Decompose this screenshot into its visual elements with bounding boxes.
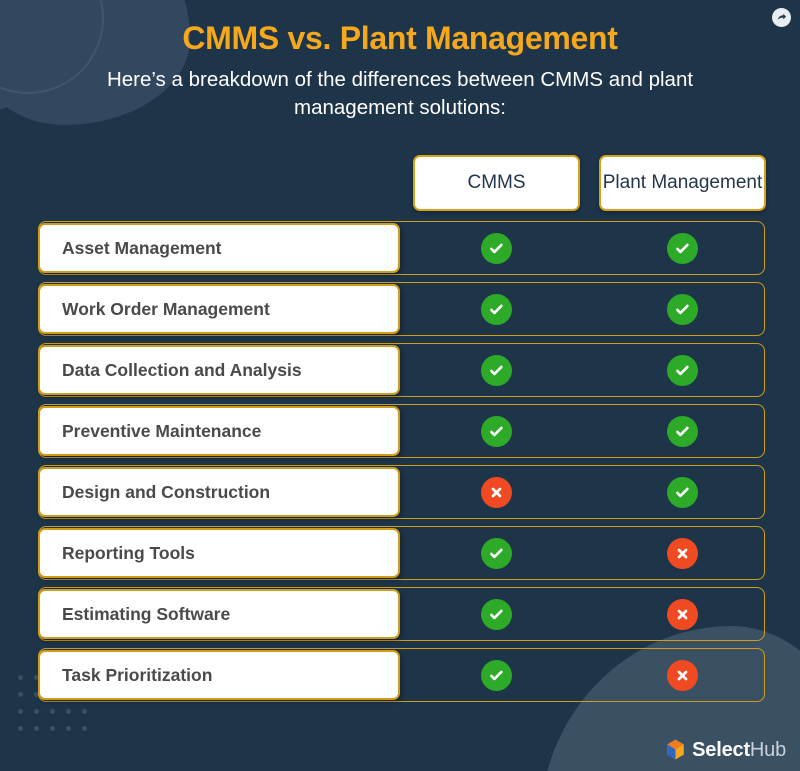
feature-label: Asset Management (38, 223, 400, 274)
cell-cmms (413, 221, 580, 275)
feature-label: Data Collection and Analysis (38, 345, 400, 396)
check-icon (667, 415, 698, 447)
cell-cmms (413, 587, 580, 641)
feature-label: Work Order Management (38, 284, 400, 335)
check-icon (667, 476, 698, 508)
check-icon (481, 537, 512, 569)
table-row: Reporting Tools (0, 526, 800, 581)
check-icon (667, 354, 698, 386)
check-icon (481, 659, 512, 691)
cross-icon (667, 659, 698, 691)
table-row: Task Prioritization (0, 648, 800, 703)
cross-icon (667, 537, 698, 569)
row-marks (413, 343, 766, 397)
table-row: Work Order Management (0, 282, 800, 337)
cell-plant-management (599, 526, 766, 580)
cell-plant-management (599, 282, 766, 336)
feature-label: Estimating Software (38, 589, 400, 640)
logo-word-select: Select (692, 738, 750, 761)
check-icon (667, 293, 698, 325)
row-marks (413, 587, 766, 641)
logo-wordmark: SelectHub (692, 740, 786, 760)
cell-plant-management (599, 587, 766, 641)
row-marks (413, 282, 766, 336)
logo-word-hub: Hub (749, 738, 786, 761)
cell-plant-management (599, 465, 766, 519)
table-row: Preventive Maintenance (0, 404, 800, 459)
cell-plant-management (599, 648, 766, 702)
cell-cmms (413, 465, 580, 519)
cell-cmms (413, 343, 580, 397)
table-row: Data Collection and Analysis (0, 343, 800, 398)
feature-label: Design and Construction (38, 467, 400, 518)
row-marks (413, 221, 766, 275)
cell-cmms (413, 404, 580, 458)
feature-label: Preventive Maintenance (38, 406, 400, 457)
page-title: CMMS vs. Plant Management (182, 20, 618, 56)
column-header-plant-management: Plant Management (599, 155, 766, 212)
cell-plant-management (599, 404, 766, 458)
comparison-table: CMMS Plant Management Asset Management W… (0, 155, 800, 703)
table-row: Estimating Software (0, 587, 800, 642)
cell-cmms (413, 282, 580, 336)
row-marks (413, 648, 766, 702)
check-icon (481, 354, 512, 386)
row-marks (413, 526, 766, 580)
table-column-headers: CMMS Plant Management (413, 155, 800, 212)
cross-icon (667, 598, 698, 630)
table-row: Asset Management (0, 221, 800, 276)
check-icon (481, 232, 512, 264)
check-icon (481, 598, 512, 630)
table-rows: Asset Management Work Order Management D… (0, 221, 800, 703)
check-icon (481, 293, 512, 325)
feature-label: Task Prioritization (38, 650, 400, 701)
check-icon (667, 232, 698, 264)
infographic-canvas: CMMS vs. Plant Management Here’s a break… (0, 0, 800, 771)
check-icon (481, 415, 512, 447)
feature-label: Reporting Tools (38, 528, 400, 579)
share-icon[interactable] (772, 8, 791, 27)
cell-plant-management (599, 221, 766, 275)
cell-plant-management (599, 343, 766, 397)
row-marks (413, 465, 766, 519)
cell-cmms (413, 648, 580, 702)
row-marks (413, 404, 766, 458)
selecthub-cube-logo (667, 739, 684, 760)
page-subtitle: Here’s a breakdown of the differences be… (106, 68, 694, 119)
selecthub-logo[interactable]: SelectHub (666, 739, 786, 760)
column-header-cmms: CMMS (413, 155, 580, 212)
cell-cmms (413, 526, 580, 580)
header: CMMS vs. Plant Management Here’s a break… (0, 0, 800, 121)
table-row: Design and Construction (0, 465, 800, 520)
cross-icon (481, 476, 512, 508)
